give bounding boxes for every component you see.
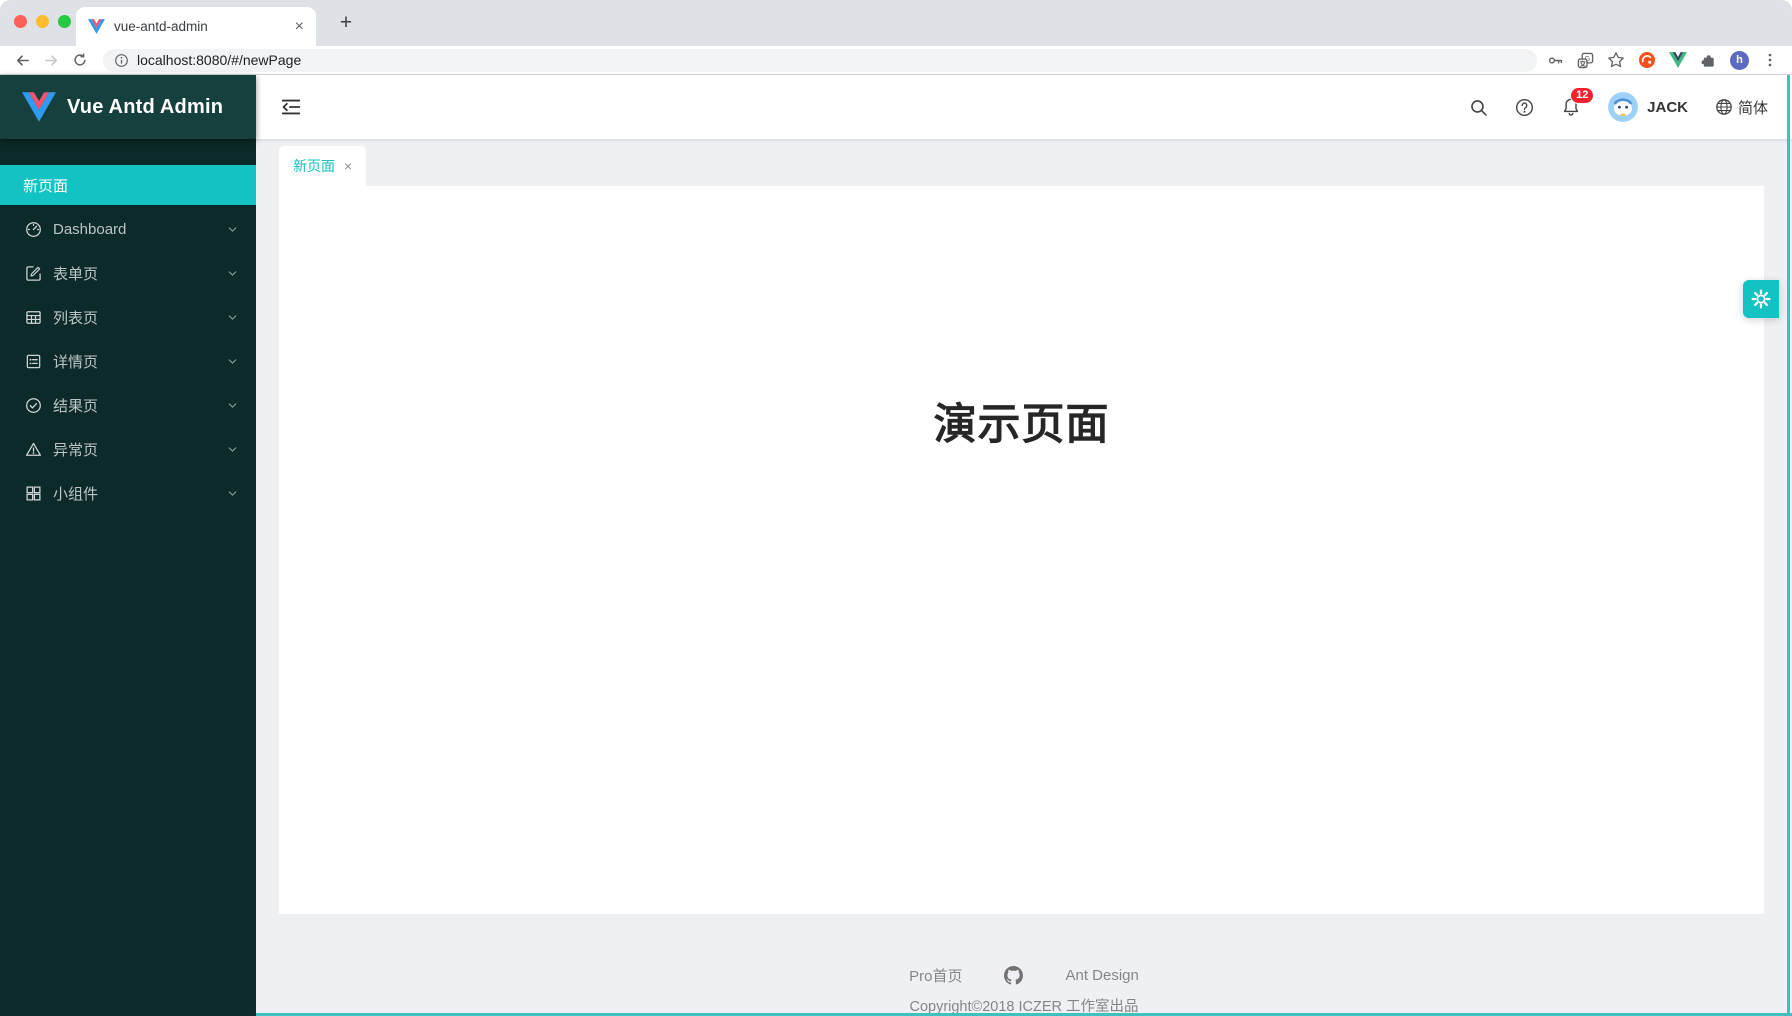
url-text: localhost:8080/#/newPage bbox=[137, 52, 301, 68]
translate-icon[interactable]: G bbox=[1577, 52, 1594, 69]
page-info-icon[interactable] bbox=[114, 53, 129, 68]
sidebar-item-label: 表单页 bbox=[53, 263, 226, 284]
search-icon[interactable] bbox=[1469, 98, 1488, 117]
menu-fold-icon[interactable] bbox=[280, 96, 302, 118]
sidebar-item-label: 结果页 bbox=[53, 395, 226, 416]
app-footer: Pro首页 Ant Design Copyright©2018 ICZER 工作… bbox=[256, 914, 1792, 1016]
warning-icon bbox=[25, 441, 42, 458]
sidebar-item-result-pages[interactable]: 结果页 bbox=[0, 385, 256, 425]
sidebar: Vue Antd Admin 新页面 Dashboard 表单页 bbox=[0, 75, 256, 1016]
globe-icon bbox=[1715, 98, 1733, 116]
sidebar-item-detail-pages[interactable]: 详情页 bbox=[0, 341, 256, 381]
notification-badge: 12 bbox=[1570, 87, 1594, 104]
chevron-down-icon bbox=[226, 311, 239, 324]
sidebar-item-label: Dashboard bbox=[53, 221, 226, 238]
browser-tab-title: vue-antd-admin bbox=[114, 19, 286, 34]
fullscreen-window-button[interactable] bbox=[58, 15, 71, 28]
notifications-button[interactable]: 12 bbox=[1561, 97, 1581, 117]
back-button[interactable] bbox=[10, 48, 34, 72]
browser-window: vue-antd-admin × + localhost:8080/#/newP… bbox=[0, 0, 1792, 1016]
form-icon bbox=[25, 265, 42, 282]
chevron-down-icon bbox=[226, 487, 239, 500]
app-title: Vue Antd Admin bbox=[67, 96, 223, 119]
browser-toolbar: localhost:8080/#/newPage G h bbox=[0, 46, 1792, 75]
profile-icon bbox=[25, 353, 42, 370]
browser-tab-strip: vue-antd-admin × + bbox=[0, 0, 1792, 46]
sidebar-item-form-pages[interactable]: 表单页 bbox=[0, 253, 256, 293]
browser-menu-icon[interactable] bbox=[1762, 52, 1778, 68]
sidebar-item-list-pages[interactable]: 列表页 bbox=[0, 297, 256, 337]
sidebar-item-label: 小组件 bbox=[53, 483, 226, 504]
minimize-window-button[interactable] bbox=[36, 15, 49, 28]
gear-icon bbox=[1750, 288, 1772, 310]
page-tab-bar: 新页面 × bbox=[256, 139, 1792, 186]
chevron-down-icon bbox=[226, 443, 239, 456]
reload-button[interactable] bbox=[68, 48, 92, 72]
sidebar-item-dashboard[interactable]: Dashboard bbox=[0, 209, 256, 249]
check-circle-icon bbox=[25, 397, 42, 414]
vue-logo-icon bbox=[22, 92, 56, 122]
settings-drawer-button[interactable] bbox=[1743, 280, 1779, 318]
extensions-puzzle-icon[interactable] bbox=[1700, 52, 1717, 69]
chevron-down-icon bbox=[226, 399, 239, 412]
username: JACK bbox=[1647, 99, 1688, 116]
user-menu[interactable]: JACK bbox=[1608, 92, 1688, 122]
github-icon[interactable] bbox=[1004, 966, 1023, 985]
new-tab-button[interactable]: + bbox=[332, 9, 360, 37]
sidebar-item-label: 新页面 bbox=[23, 175, 239, 196]
close-page-tab-icon[interactable]: × bbox=[344, 159, 352, 173]
bookmark-star-icon[interactable] bbox=[1607, 51, 1625, 69]
help-icon[interactable] bbox=[1515, 98, 1534, 117]
browser-profile-avatar[interactable]: h bbox=[1730, 51, 1749, 70]
sidebar-item-exception-pages[interactable]: 异常页 bbox=[0, 429, 256, 469]
content-card: 演示页面 bbox=[279, 186, 1764, 914]
address-bar[interactable]: localhost:8080/#/newPage bbox=[103, 49, 1537, 72]
user-avatar bbox=[1608, 92, 1638, 122]
page-title: 演示页面 bbox=[279, 400, 1764, 450]
footer-link-pro[interactable]: Pro首页 bbox=[909, 965, 962, 986]
window-controls bbox=[14, 15, 71, 28]
chevron-down-icon bbox=[226, 223, 239, 236]
app-header: 12 JACK 简体 bbox=[256, 75, 1792, 139]
close-window-button[interactable] bbox=[14, 15, 27, 28]
sidebar-menu: 新页面 Dashboard 表单页 bbox=[0, 139, 256, 513]
dashboard-icon bbox=[25, 221, 42, 238]
app-logo[interactable]: Vue Antd Admin bbox=[0, 75, 256, 139]
close-tab-icon[interactable]: × bbox=[295, 19, 304, 35]
sidebar-item-label: 异常页 bbox=[53, 439, 226, 460]
chevron-down-icon bbox=[226, 355, 239, 368]
footer-link-ant-design[interactable]: Ant Design bbox=[1065, 967, 1138, 984]
vue-favicon-icon bbox=[88, 19, 105, 34]
password-key-icon[interactable] bbox=[1547, 52, 1564, 69]
sidebar-item-label: 列表页 bbox=[53, 307, 226, 328]
sidebar-item-widgets[interactable]: 小组件 bbox=[0, 473, 256, 513]
theme-edge-right bbox=[1787, 75, 1790, 1016]
page-tab-new-page[interactable]: 新页面 × bbox=[279, 146, 366, 186]
sidebar-item-label: 详情页 bbox=[53, 351, 226, 372]
language-selector[interactable]: 简体 bbox=[1715, 97, 1768, 118]
main-area: 12 JACK 简体 新页面 × bbox=[256, 75, 1792, 1016]
browser-toolbar-actions: G h bbox=[1547, 51, 1782, 70]
language-label: 简体 bbox=[1738, 97, 1768, 118]
vue-devtools-icon[interactable] bbox=[1669, 52, 1687, 68]
sidebar-item-new-page[interactable]: 新页面 bbox=[0, 165, 256, 205]
page-tab-label: 新页面 bbox=[293, 156, 335, 176]
forward-button[interactable] bbox=[39, 48, 63, 72]
chevron-down-icon bbox=[226, 267, 239, 280]
table-icon bbox=[25, 309, 42, 326]
extension-orange-icon[interactable] bbox=[1638, 51, 1656, 69]
footer-links: Pro首页 Ant Design bbox=[256, 965, 1792, 986]
header-actions: 12 JACK 简体 bbox=[1469, 92, 1768, 122]
browser-tab[interactable]: vue-antd-admin × bbox=[76, 7, 316, 46]
block-icon bbox=[25, 485, 42, 502]
